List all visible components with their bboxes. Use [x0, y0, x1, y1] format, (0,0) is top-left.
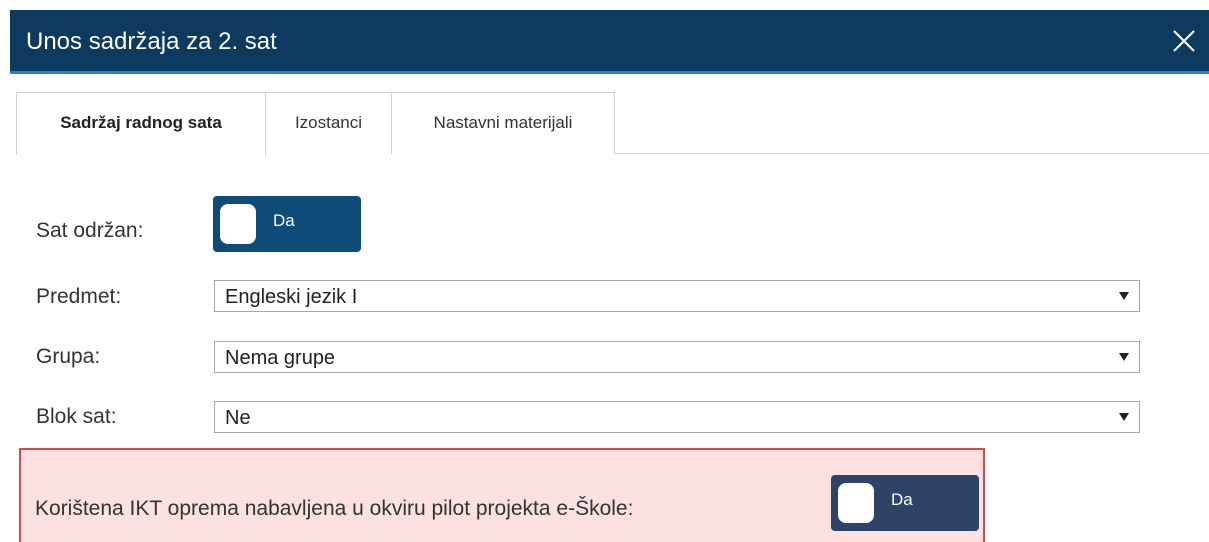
- toggle-text: Da: [273, 211, 295, 230]
- toggle-text: Da: [891, 490, 913, 509]
- toggle-knob: [838, 483, 874, 523]
- chevron-down-icon: [1119, 292, 1129, 300]
- modal-title: Unos sadržaja za 2. sat: [26, 28, 277, 55]
- tab-nastavni-materijali[interactable]: Nastavni materijali: [391, 92, 615, 154]
- sat-odrzan-toggle[interactable]: Da: [213, 196, 361, 252]
- toggle-knob: [220, 204, 256, 244]
- modal-dialog: Unos sadržaja za 2. sat Sadržaj radnog s…: [10, 10, 1209, 542]
- ikt-label: Korištena IKT oprema nabavljena u okviru…: [35, 497, 634, 520]
- close-icon: [1173, 30, 1195, 52]
- modal-header: Unos sadržaja za 2. sat: [10, 10, 1209, 74]
- chevron-down-icon: [1119, 353, 1129, 361]
- tab-izostanci[interactable]: Izostanci: [265, 92, 392, 154]
- blok-sat-label: Blok sat:: [36, 405, 117, 428]
- tab-sadrzaj-radnog-sata[interactable]: Sadržaj radnog sata: [16, 92, 266, 155]
- ikt-toggle[interactable]: Da: [831, 475, 979, 531]
- grupa-select[interactable]: Nema grupe: [214, 341, 1140, 373]
- tab-bar: Sadržaj radnog sata Izostanci Nastavni m…: [16, 92, 1209, 155]
- chevron-down-icon: [1119, 413, 1129, 421]
- predmet-value: Engleski jezik I: [225, 286, 358, 308]
- blok-sat-value: Ne: [225, 407, 251, 429]
- blok-sat-select[interactable]: Ne: [214, 401, 1140, 433]
- close-button[interactable]: [1167, 24, 1201, 58]
- modal-content: Sadržaj radnog sata Izostanci Nastavni m…: [16, 92, 1209, 542]
- sat-odrzan-label: Sat održan:: [36, 219, 144, 242]
- predmet-label: Predmet:: [36, 285, 122, 308]
- grupa-value: Nema grupe: [225, 347, 336, 369]
- predmet-select[interactable]: Engleski jezik I: [214, 280, 1140, 312]
- grupa-label: Grupa:: [36, 345, 101, 368]
